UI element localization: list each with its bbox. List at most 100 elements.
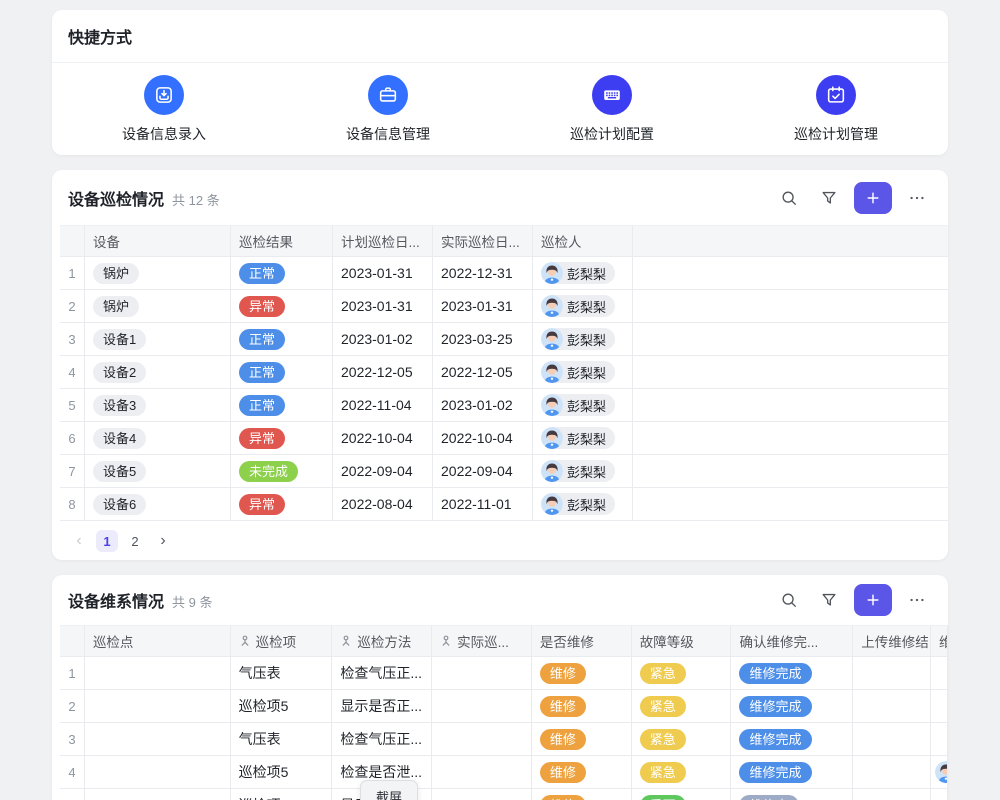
cell-point[interactable] xyxy=(85,690,231,722)
cell-result[interactable]: 正常 xyxy=(231,257,333,289)
table-row[interactable]: 1锅炉正常2023-01-312022-12-31彭梨梨 xyxy=(60,257,948,290)
cell-result[interactable]: 未完成 xyxy=(231,455,333,487)
cell-inspector[interactable]: 彭梨梨 xyxy=(533,290,633,322)
search-icon[interactable] xyxy=(774,183,804,213)
cell-actualIns[interactable] xyxy=(432,756,532,788)
cell-actual[interactable]: 2022-10-04 xyxy=(433,422,533,454)
pagination-page-1[interactable]: 1 xyxy=(96,530,118,552)
cell-item[interactable]: 气压表 xyxy=(231,657,333,689)
cell-planned[interactable]: 2022-12-05 xyxy=(333,356,433,388)
column-header-actualIns[interactable]: 实际巡... xyxy=(432,626,532,656)
pagination-page-2[interactable]: 2 xyxy=(124,530,146,552)
cell-device[interactable]: 设备3 xyxy=(85,389,231,421)
cell-planned[interactable]: 2022-10-04 xyxy=(333,422,433,454)
cell-inspector[interactable]: 彭梨梨 xyxy=(533,257,633,289)
table-row[interactable]: 8设备6异常2022-08-042022-11-01彭梨梨 xyxy=(60,488,948,521)
cell-point[interactable] xyxy=(85,789,231,800)
column-header-method[interactable]: 巡检方法 xyxy=(332,626,432,656)
table-row[interactable]: 7设备5未完成2022-09-042022-09-04彭梨梨 xyxy=(60,455,948,488)
cell-actual[interactable]: 2023-01-02 xyxy=(433,389,533,421)
cell-planned[interactable]: 2023-01-02 xyxy=(333,323,433,355)
cell-upload[interactable] xyxy=(853,756,931,788)
cell-confirm[interactable]: 维修完成 xyxy=(731,657,853,689)
shortcut-item-1[interactable]: 设备信息管理 xyxy=(328,75,448,144)
cell-confirm[interactable]: 维修完成 xyxy=(731,756,853,788)
cell-device[interactable]: 锅炉 xyxy=(85,290,231,322)
shortcut-item-3[interactable]: 巡检计划管理 xyxy=(776,75,896,144)
column-header-upload[interactable]: 上传维修结... xyxy=(853,626,931,656)
table-row[interactable]: 2巡检项5显示是否正...维修紧急维修完成 xyxy=(60,690,948,723)
cell-point[interactable] xyxy=(85,723,231,755)
more-icon[interactable] xyxy=(902,585,932,615)
cell-clip[interactable] xyxy=(931,657,948,689)
filter-icon[interactable] xyxy=(814,183,844,213)
column-header-device[interactable]: 设备 xyxy=(85,226,231,256)
table-row[interactable]: 4巡检项5检查是否泄...维修紧急维修完成 xyxy=(60,756,948,789)
cell-actualIns[interactable] xyxy=(432,789,532,800)
add-record-button[interactable] xyxy=(854,584,892,616)
cell-upload[interactable] xyxy=(853,690,931,722)
more-icon[interactable] xyxy=(902,183,932,213)
column-header-actual[interactable]: 实际巡检日... xyxy=(433,226,533,256)
table-row[interactable]: 5设备3正常2022-11-042023-01-02彭梨梨 xyxy=(60,389,948,422)
shortcut-item-0[interactable]: 设备信息录入 xyxy=(104,75,224,144)
table-row[interactable]: 5巡检项5显示是否正...维修重要维修中 xyxy=(60,789,948,800)
cell-point[interactable] xyxy=(85,756,231,788)
cell-repair[interactable]: 维修 xyxy=(532,723,632,755)
cell-upload[interactable] xyxy=(853,789,931,800)
search-icon[interactable] xyxy=(774,585,804,615)
cell-method[interactable]: 显示是否正... xyxy=(332,690,432,722)
table-row[interactable]: 2锅炉异常2023-01-312023-01-31彭梨梨 xyxy=(60,290,948,323)
cell-level[interactable]: 紧急 xyxy=(632,657,732,689)
cell-repair[interactable]: 维修 xyxy=(532,657,632,689)
cell-planned[interactable]: 2022-11-04 xyxy=(333,389,433,421)
cell-planned[interactable]: 2023-01-31 xyxy=(333,257,433,289)
cell-confirm[interactable]: 维修完成 xyxy=(731,690,853,722)
cell-repair[interactable]: 维修 xyxy=(532,756,632,788)
cell-inspector[interactable]: 彭梨梨 xyxy=(533,422,633,454)
column-header-level[interactable]: 故障等级 xyxy=(632,626,732,656)
column-header-inspector[interactable]: 巡检人 xyxy=(533,226,633,256)
cell-actualIns[interactable] xyxy=(432,723,532,755)
pagination-next[interactable]: › xyxy=(152,530,174,552)
table-row[interactable]: 3气压表检查气压正...维修紧急维修完成 xyxy=(60,723,948,756)
cell-device[interactable]: 设备2 xyxy=(85,356,231,388)
cell-inspector[interactable]: 彭梨梨 xyxy=(533,488,633,520)
cell-result[interactable]: 异常 xyxy=(231,422,333,454)
cell-item[interactable]: 巡检项5 xyxy=(231,789,333,800)
column-header-confirm[interactable]: 确认维修完... xyxy=(731,626,853,656)
cell-point[interactable] xyxy=(85,657,231,689)
cell-actual[interactable]: 2022-12-05 xyxy=(433,356,533,388)
column-header-clip[interactable]: 维 xyxy=(931,626,948,656)
cell-result[interactable]: 异常 xyxy=(231,290,333,322)
cell-device[interactable]: 锅炉 xyxy=(85,257,231,289)
table-row[interactable]: 6设备4异常2022-10-042022-10-04彭梨梨 xyxy=(60,422,948,455)
cell-clip[interactable] xyxy=(931,690,948,722)
cell-method[interactable]: 检查气压正... xyxy=(332,657,432,689)
column-header-repair[interactable]: 是否维修 xyxy=(532,626,632,656)
column-header-planned[interactable]: 计划巡检日... xyxy=(333,226,433,256)
cell-actualIns[interactable] xyxy=(432,690,532,722)
cell-device[interactable]: 设备1 xyxy=(85,323,231,355)
cell-item[interactable]: 巡检项5 xyxy=(231,690,333,722)
cell-planned[interactable]: 2022-08-04 xyxy=(333,488,433,520)
cell-actual[interactable]: 2023-01-31 xyxy=(433,290,533,322)
column-header-point[interactable]: 巡检点 xyxy=(85,626,231,656)
cell-actual[interactable]: 2022-11-01 xyxy=(433,488,533,520)
cell-level[interactable]: 紧急 xyxy=(632,723,732,755)
cell-result[interactable]: 正常 xyxy=(231,323,333,355)
cell-item[interactable]: 气压表 xyxy=(231,723,333,755)
cell-confirm[interactable]: 维修中 xyxy=(731,789,853,800)
table-row[interactable]: 4设备2正常2022-12-052022-12-05彭梨梨 xyxy=(60,356,948,389)
cell-clip[interactable] xyxy=(931,756,948,788)
cell-device[interactable]: 设备5 xyxy=(85,455,231,487)
table-row[interactable]: 1气压表检查气压正...维修紧急维修完成 xyxy=(60,657,948,690)
cell-level[interactable]: 紧急 xyxy=(632,756,732,788)
column-header-item[interactable]: 巡检项 xyxy=(231,626,333,656)
cell-inspector[interactable]: 彭梨梨 xyxy=(533,455,633,487)
cell-repair[interactable]: 维修 xyxy=(532,789,632,800)
add-record-button[interactable] xyxy=(854,182,892,214)
table-row[interactable]: 3设备1正常2023-01-022023-03-25彭梨梨 xyxy=(60,323,948,356)
cell-upload[interactable] xyxy=(853,657,931,689)
cell-repair[interactable]: 维修 xyxy=(532,690,632,722)
